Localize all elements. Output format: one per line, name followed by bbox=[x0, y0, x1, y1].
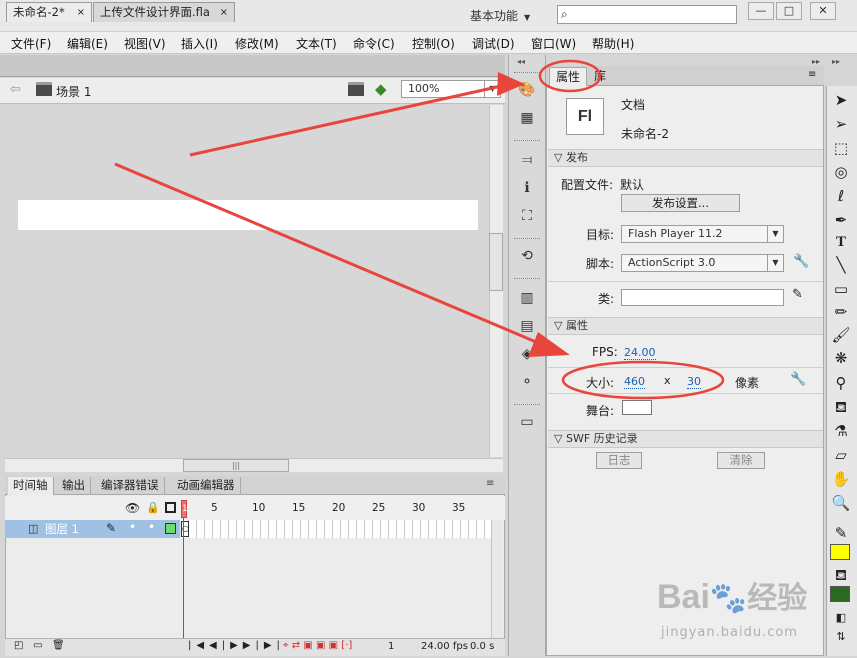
annotation-circle-properties-tab bbox=[538, 59, 602, 93]
watermark-brand: Bai bbox=[657, 578, 710, 616]
annotation-arrow-to-properties-tab bbox=[189, 79, 517, 157]
annotation-arrow-to-size bbox=[114, 162, 556, 352]
watermark-brand-cn: 经验 bbox=[747, 582, 808, 615]
watermark-url: jingyan.baidu.com bbox=[661, 625, 798, 640]
baidu-jingyan-watermark: Bai🐾经验 jingyan.baidu.com bbox=[655, 565, 855, 655]
annotation-arrowhead bbox=[497, 72, 525, 96]
annotation-arrowhead bbox=[528, 332, 570, 357]
annotation-overlay bbox=[114, 59, 725, 400]
annotation-circle-size bbox=[561, 360, 725, 400]
paw-icon: 🐾 bbox=[709, 582, 748, 615]
